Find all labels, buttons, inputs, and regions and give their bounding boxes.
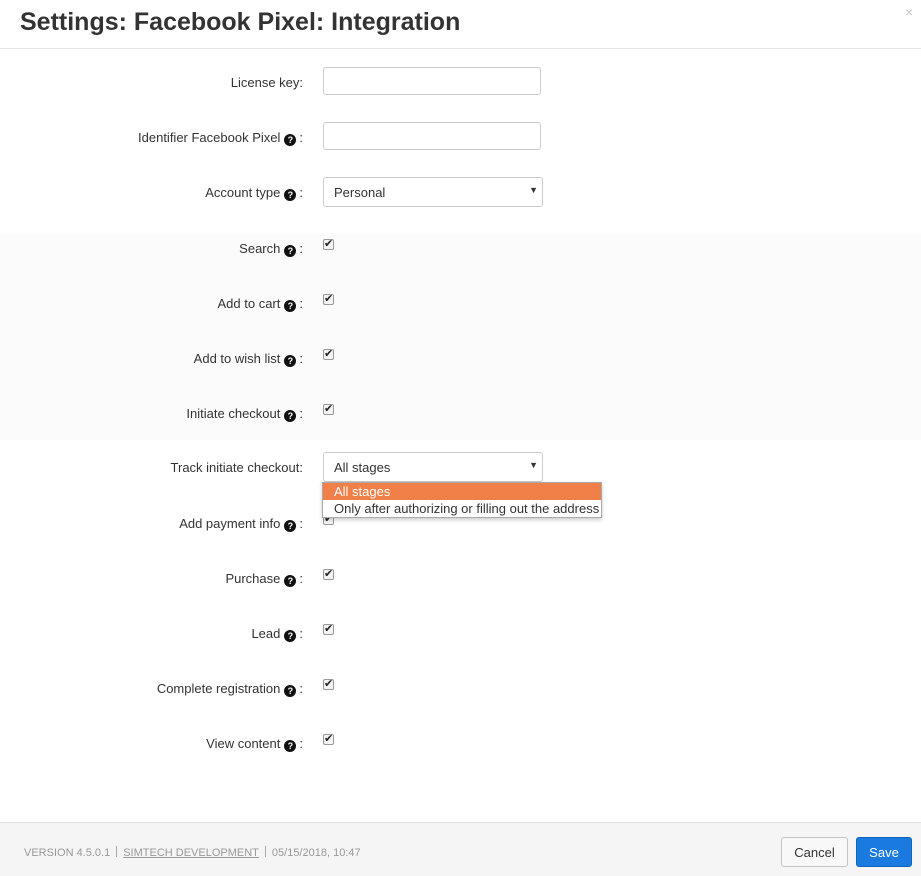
search-checkbox[interactable]: ✔ [323,238,334,250]
checkmark-icon: ✔ [324,238,334,250]
initiate-checkout-label-group: Initiate checkout?: [186,406,303,422]
footer-meta: VERSION 4.5.0.1 SIMTECH DEVELOPMENT 05/15/… [24,846,361,859]
company-link[interactable]: SIMTECH DEVELOPMENT [123,847,259,859]
caret-down-icon: ▼ [529,460,538,470]
track-initiate-checkout-value: All stages [334,460,391,475]
label-colon: : [299,406,303,421]
purchase-checkbox[interactable]: ✔ [323,568,334,580]
label-colon: : [299,185,303,200]
pixel-id-input[interactable] [323,122,541,150]
label-colon: : [299,516,303,531]
checkmark-icon: ✔ [324,403,334,415]
search-label-group: Search?: [239,241,303,257]
divider [264,846,266,857]
add-to-wishlist-label-group: Add to wish list?: [194,351,303,367]
add-to-wishlist-label: Add to wish list [193,351,281,366]
account-type-label-group: Account type?: [205,185,303,201]
purchase-row: Purchase?: ✔ [0,563,921,593]
add-to-wishlist-checkbox[interactable]: ✔ [323,348,334,360]
checkmark-icon: ✔ [324,568,334,580]
add-to-cart-label: Add to cart [217,296,281,311]
datetime-text: 05/15/2018, 10:47 [271,847,361,859]
label-colon: : [299,736,303,751]
add-to-cart-row: Add to cart?: ✔ [0,288,921,318]
dialog-header: Settings: Facebook Pixel: Integration × [0,0,921,49]
purchase-label-group: Purchase?: [225,571,303,587]
checkmark-icon: ✔ [324,293,334,305]
account-type-select[interactable]: Personal ▼ [323,177,543,207]
version-text: VERSION 4.5.0.1 [24,847,111,859]
view-content-checkbox[interactable]: ✔ [323,733,334,745]
pixel-id-label-group: Identifier Facebook Pixel?: [138,130,303,146]
checkmark-icon: ✔ [324,733,334,745]
help-icon[interactable]: ? [284,630,297,642]
add-payment-info-label: Add payment info [179,516,281,531]
help-icon[interactable]: ? [284,189,297,201]
complete-registration-row: Complete registration?: ✔ [0,673,921,703]
checkmark-icon: ✔ [324,678,334,690]
track-initiate-checkout-row: Track initiate checkout: All stages ▼ [0,452,921,482]
label-colon: : [299,351,303,366]
dropdown-option-after-authorizing[interactable]: Only after authorizing or filling out th… [323,500,601,517]
checkmark-icon: ✔ [324,348,334,360]
label-colon: : [299,681,303,696]
pixel-id-row: Identifier Facebook Pixel?: [0,122,921,152]
account-type-label: Account type [205,185,281,200]
search-row: Search?: ✔ [0,233,921,263]
help-icon[interactable]: ? [284,355,297,367]
view-content-label: View content [206,736,281,751]
search-label: Search [239,241,281,256]
help-icon[interactable]: ? [284,685,297,697]
complete-registration-label: Complete registration [156,681,281,696]
complete-registration-label-group: Complete registration?: [157,681,303,697]
label-colon: : [299,241,303,256]
divider [116,846,118,857]
dropdown-option-all-stages[interactable]: All stages [323,483,601,500]
initiate-checkout-label: Initiate checkout [186,406,281,421]
help-icon[interactable]: ? [284,740,297,752]
view-content-label-group: View content?: [206,736,303,752]
help-icon[interactable]: ? [284,134,297,146]
account-type-row: Account type?: Personal ▼ [0,177,921,207]
help-icon[interactable]: ? [284,300,297,312]
initiate-checkout-row: Initiate checkout?: ✔ [0,398,921,428]
label-colon: : [299,626,303,641]
track-initiate-checkout-dropdown: All stages Only after authorizing or fil… [322,482,602,518]
help-icon[interactable]: ? [284,410,297,422]
page-title: Settings: Facebook Pixel: Integration [20,8,461,36]
lead-label: Lead [251,626,281,641]
checkmark-icon: ✔ [324,623,334,635]
help-icon[interactable]: ? [284,245,297,257]
lead-label-group: Lead?: [251,626,303,642]
help-icon[interactable]: ? [284,575,297,587]
initiate-checkout-checkbox[interactable]: ✔ [323,403,334,415]
label-colon: : [299,571,303,586]
complete-registration-checkbox[interactable]: ✔ [323,678,334,690]
license-key-row: License key: [0,67,921,97]
add-to-cart-label-group: Add to cart?: [217,296,303,312]
lead-checkbox[interactable]: ✔ [323,623,334,635]
add-to-wishlist-row: Add to wish list?: ✔ [0,343,921,373]
save-button[interactable]: Save [856,837,912,867]
dialog-footer: VERSION 4.5.0.1 SIMTECH DEVELOPMENT 05/15/… [0,822,921,876]
track-initiate-checkout-select[interactable]: All stages ▼ [323,452,543,482]
label-colon: : [299,296,303,311]
track-initiate-checkout-label: Track initiate checkout: [170,460,303,475]
add-payment-info-label-group: Add payment info?: [179,516,303,532]
pixel-id-label: Identifier Facebook Pixel [138,130,281,145]
caret-down-icon: ▼ [529,185,538,195]
cancel-button[interactable]: Cancel [781,837,848,867]
purchase-label: Purchase [225,571,281,586]
add-to-cart-checkbox[interactable]: ✔ [323,293,334,305]
license-key-input[interactable] [323,67,541,95]
account-type-value: Personal [334,185,386,200]
label-colon: : [299,130,303,145]
lead-row: Lead?: ✔ [0,618,921,648]
view-content-row: View content?: ✔ [0,728,921,758]
help-icon[interactable]: ? [284,520,297,532]
license-key-label: License key: [230,75,303,90]
close-icon[interactable]: × [905,4,913,20]
